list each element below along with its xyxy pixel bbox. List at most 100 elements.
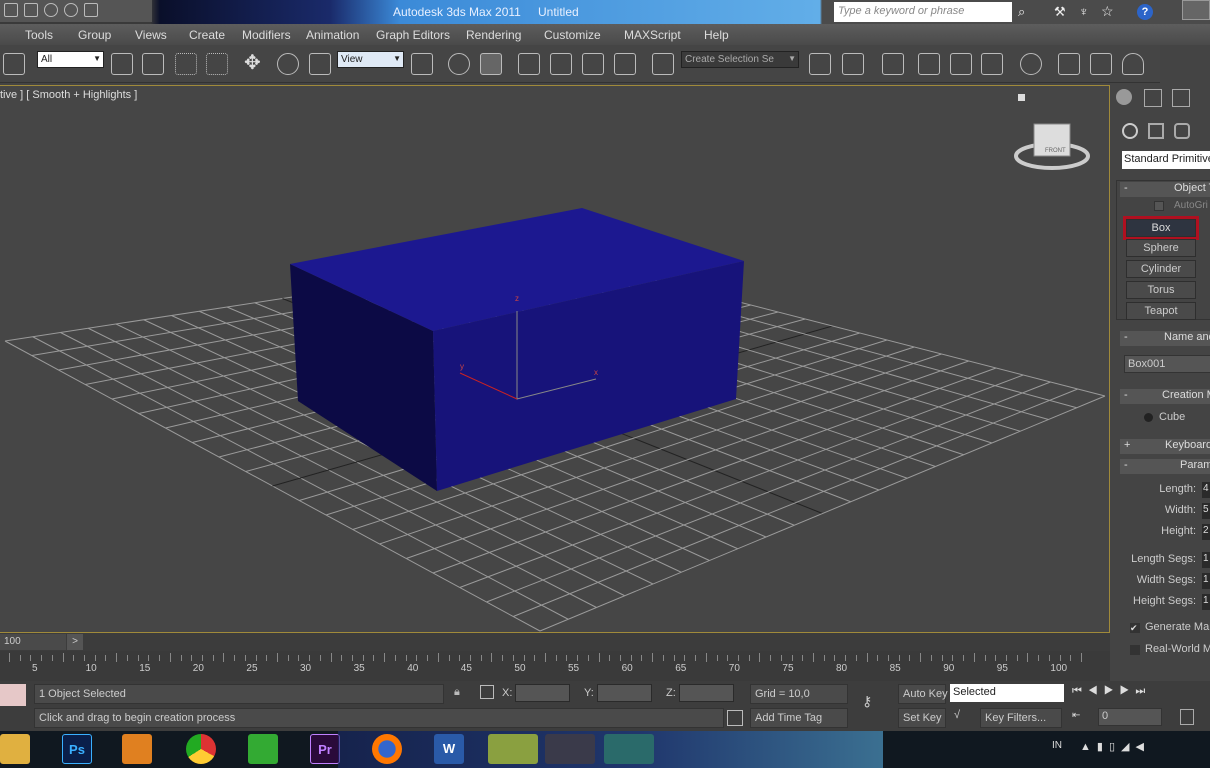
set-key-button[interactable]: Set Key: [898, 708, 946, 728]
time-tag-icon[interactable]: [727, 710, 743, 726]
param-input[interactable]: 4: [1202, 482, 1210, 498]
undo-icon[interactable]: [44, 3, 58, 17]
rendered-frame-window-icon[interactable]: [1090, 53, 1112, 75]
menu-maxscript[interactable]: MAXScript: [624, 24, 681, 46]
select-object-icon[interactable]: [111, 53, 133, 75]
param-input[interactable]: 2: [1202, 524, 1210, 540]
curve-editor-icon[interactable]: [950, 53, 972, 75]
reference-coordinate-dropdown[interactable]: View: [337, 51, 404, 68]
save-icon[interactable]: [24, 3, 38, 17]
real-world-checkbox[interactable]: [1130, 645, 1140, 655]
mirror-icon[interactable]: [809, 53, 831, 75]
menu-group[interactable]: Group: [78, 24, 111, 46]
menu-create[interactable]: Create: [189, 24, 225, 46]
project-folder-icon[interactable]: [84, 3, 98, 17]
menu-help[interactable]: Help: [704, 24, 729, 46]
param-input[interactable]: 1: [1202, 573, 1210, 589]
menu-rendering[interactable]: Rendering: [466, 24, 521, 46]
name-color-header[interactable]: - Name and: [1120, 331, 1210, 346]
absolute-mode-icon[interactable]: [480, 685, 494, 699]
chrome-icon[interactable]: [186, 734, 216, 764]
snaps-toggle-icon[interactable]: [518, 53, 540, 75]
graphite-modeling-icon[interactable]: [918, 53, 940, 75]
key-tangent-icon[interactable]: √: [954, 709, 960, 721]
select-by-name-icon[interactable]: [142, 53, 164, 75]
viewport-label[interactable]: tive ] [ Smooth + Highlights ]: [0, 89, 137, 101]
premiere-icon[interactable]: Pr: [310, 734, 340, 764]
keyboard-entry-header[interactable]: + Keyboard: [1120, 439, 1210, 454]
window-crossing-icon[interactable]: [206, 53, 228, 75]
pivot-center-icon[interactable]: [411, 53, 433, 75]
angle-snap-icon[interactable]: [550, 53, 572, 75]
3dsmax-icon[interactable]: [604, 734, 654, 764]
lights-icon[interactable]: [1174, 123, 1190, 139]
link-icon[interactable]: [3, 53, 25, 75]
render-setup-icon[interactable]: [1058, 53, 1080, 75]
manipulate-icon[interactable]: [448, 53, 470, 75]
category-dropdown[interactable]: Standard Primitive: [1122, 151, 1210, 169]
rotate-icon[interactable]: [277, 53, 299, 75]
word-icon[interactable]: W: [434, 734, 464, 764]
parameters-header[interactable]: -Paramet: [1120, 459, 1210, 474]
scale-icon[interactable]: [309, 53, 331, 75]
current-frame-input[interactable]: 0: [1098, 708, 1162, 726]
material-editor-icon[interactable]: [1020, 53, 1042, 75]
auto-key-button[interactable]: Auto Key: [898, 684, 948, 704]
photoshop-icon[interactable]: Ps: [62, 734, 92, 764]
creation-method-header[interactable]: -Creation M: [1120, 389, 1210, 404]
schematic-view-icon[interactable]: [981, 53, 1003, 75]
playback-controls[interactable]: ⏮◀▶▶⏭: [1072, 685, 1151, 698]
redo-icon[interactable]: [64, 3, 78, 17]
satellite-icon[interactable]: ♆: [1079, 4, 1089, 19]
named-selection-dropdown[interactable]: Create Selection Se: [681, 51, 799, 68]
param-input[interactable]: 1: [1202, 594, 1210, 610]
binoculars-icon[interactable]: ⌕: [1018, 4, 1025, 20]
add-time-tag-button[interactable]: Add Time Tag: [750, 708, 848, 728]
system-tray-icons[interactable]: ▲▮▯◢◀: [1080, 740, 1150, 753]
key-mode-dropdown[interactable]: Selected: [950, 684, 1064, 702]
cylinder-button[interactable]: Cylinder: [1126, 260, 1196, 278]
rectangular-selection-icon[interactable]: [175, 53, 197, 75]
align-icon[interactable]: [842, 53, 864, 75]
generate-mapping-checkbox[interactable]: ✔: [1130, 623, 1140, 633]
percent-snap-icon[interactable]: [582, 53, 604, 75]
file-explorer-icon[interactable]: [0, 734, 30, 764]
menu-customize[interactable]: Customize: [544, 24, 601, 46]
selection-filter-dropdown[interactable]: All: [37, 51, 104, 68]
menu-animation[interactable]: Animation: [306, 24, 359, 46]
torus-button[interactable]: Torus: [1126, 281, 1196, 299]
language-indicator[interactable]: IN: [1052, 740, 1062, 751]
edit-named-selection-icon[interactable]: [652, 53, 674, 75]
sphere-button[interactable]: Sphere: [1126, 239, 1196, 257]
shapes-icon[interactable]: [1148, 123, 1164, 139]
color-swatch[interactable]: [0, 684, 26, 706]
modify-tab-icon[interactable]: [1144, 89, 1162, 107]
taskbar-app-icon[interactable]: [488, 734, 538, 764]
box-button[interactable]: Box: [1123, 216, 1199, 240]
camtasia-icon[interactable]: [545, 734, 595, 764]
time-slider[interactable]: 100 >: [0, 633, 1110, 651]
perspective-viewport[interactable]: x y z FRONT: [0, 85, 1110, 633]
move-icon[interactable]: ✥: [244, 53, 266, 75]
param-input[interactable]: 5: [1202, 503, 1210, 519]
time-configuration-icon[interactable]: [1180, 709, 1194, 725]
layer-manager-icon[interactable]: [882, 53, 904, 75]
media-player-icon[interactable]: [122, 734, 152, 764]
search-input[interactable]: Type a keyword or phrase: [834, 2, 1012, 22]
x-coordinate-input[interactable]: [515, 684, 570, 702]
cube-radio[interactable]: [1144, 413, 1153, 422]
viewport-scene[interactable]: x y z FRONT: [0, 86, 1110, 634]
star-icon[interactable]: ☆: [1101, 3, 1114, 20]
z-coordinate-input[interactable]: [679, 684, 734, 702]
menu-modifiers[interactable]: Modifiers: [242, 24, 291, 46]
key-icon[interactable]: ⚷: [862, 693, 872, 710]
menu-graph-editors[interactable]: Graph Editors: [376, 24, 450, 46]
object-name-input[interactable]: Box001: [1124, 355, 1210, 373]
menu-views[interactable]: Views: [135, 24, 167, 46]
geometry-icon[interactable]: [1122, 123, 1138, 139]
menu-tools[interactable]: Tools: [25, 24, 53, 46]
coreldraw-icon[interactable]: [248, 734, 278, 764]
lock-icon[interactable]: 🔒︎: [454, 686, 460, 699]
open-icon[interactable]: [4, 3, 18, 17]
key-filters-button[interactable]: Key Filters...: [980, 708, 1062, 728]
